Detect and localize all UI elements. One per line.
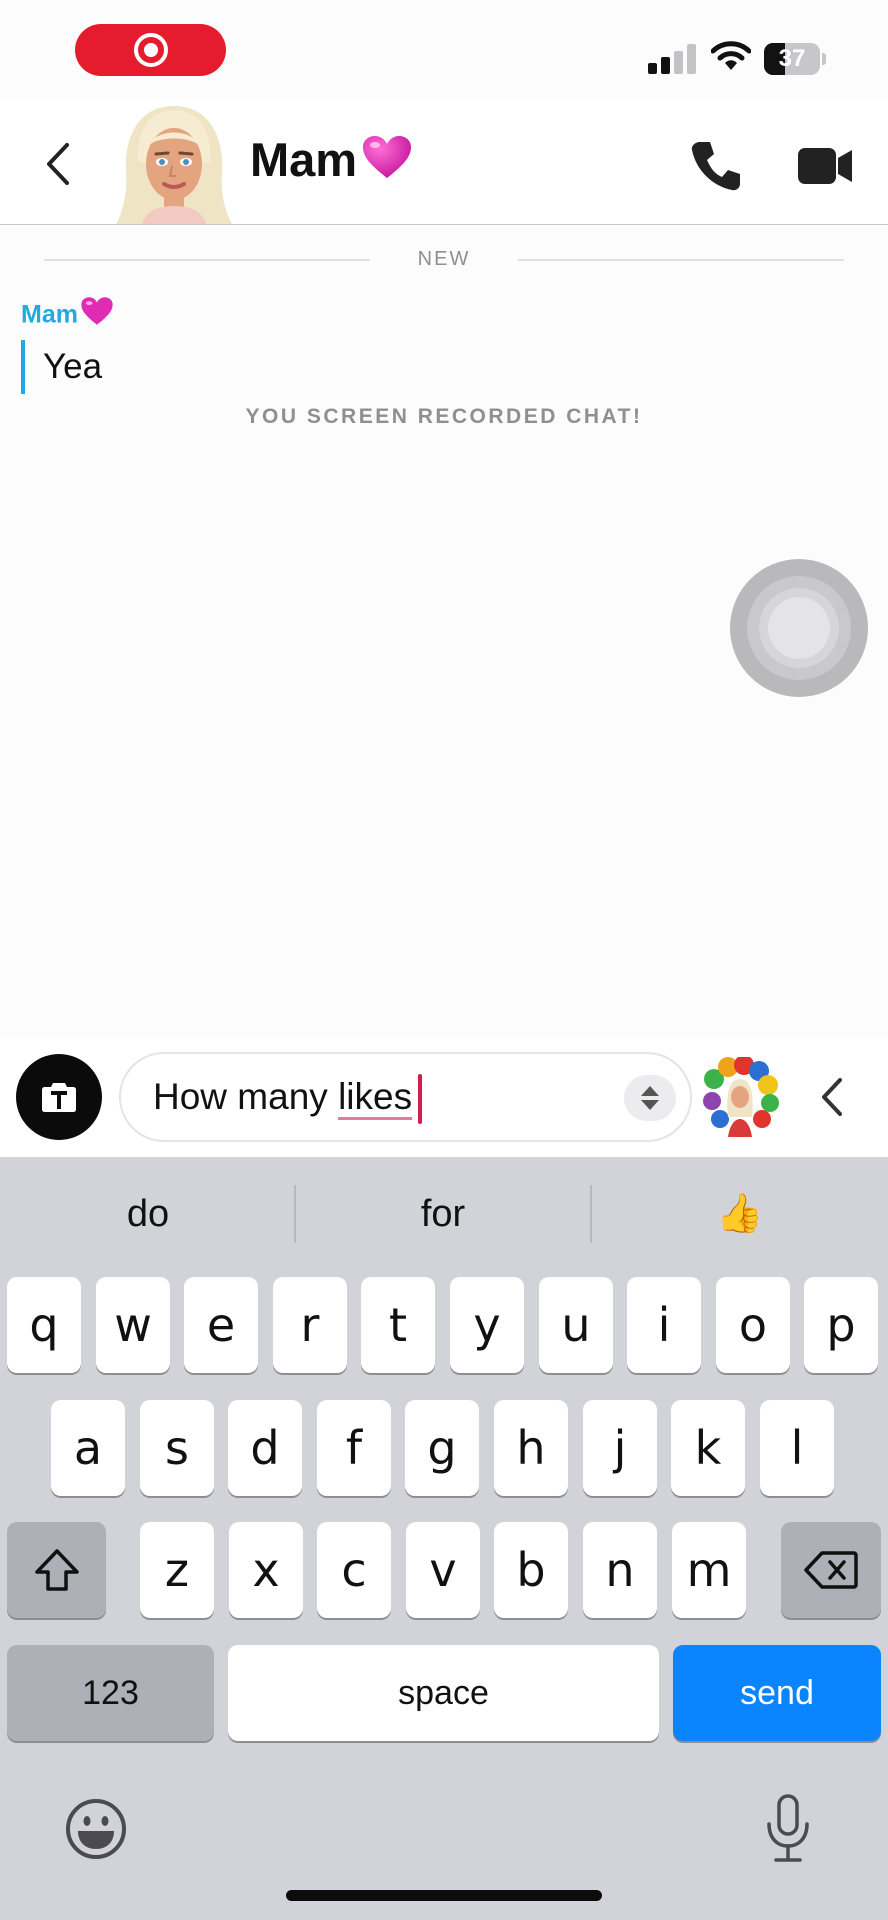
heart-emoji [361, 134, 413, 194]
bitmoji-sticker-button[interactable] [700, 1055, 780, 1137]
emoji-keyboard-button[interactable] [64, 1797, 128, 1861]
key-y[interactable]: y [450, 1277, 524, 1373]
home-indicator [286, 1890, 602, 1901]
key-o[interactable]: o [716, 1277, 790, 1373]
key-z[interactable]: z [140, 1522, 214, 1618]
camera-icon [42, 1083, 76, 1112]
shift-icon [34, 1549, 79, 1591]
key-u[interactable]: u [539, 1277, 613, 1373]
suggestion-1[interactable]: do [8, 1184, 288, 1244]
key-d[interactable]: d [228, 1400, 302, 1496]
contact-bitmoji-avatar[interactable] [116, 102, 232, 224]
key-x[interactable]: x [229, 1522, 303, 1618]
predictive-text-bar: do for 👍 [0, 1157, 888, 1273]
chevron-down-icon [641, 1100, 659, 1110]
key-e[interactable]: e [184, 1277, 258, 1373]
key-j[interactable]: j [583, 1400, 657, 1496]
key-p[interactable]: p [804, 1277, 878, 1373]
status-bar: 37 [0, 0, 888, 100]
numbers-key[interactable]: 123 [7, 1645, 214, 1741]
key-v[interactable]: v [406, 1522, 480, 1618]
chevron-left-icon [822, 1078, 842, 1116]
key-h[interactable]: h [494, 1400, 568, 1496]
battery-level: 37 [778, 45, 806, 72]
heart-emoji [80, 296, 114, 336]
shift-key[interactable] [7, 1522, 106, 1618]
key-l[interactable]: l [760, 1400, 834, 1496]
key-w[interactable]: w [96, 1277, 170, 1373]
space-key[interactable]: space [228, 1645, 659, 1741]
chevron-up-icon [641, 1086, 659, 1096]
record-icon [133, 33, 168, 67]
key-t[interactable]: t [361, 1277, 435, 1373]
screen-record-indicator[interactable] [75, 24, 226, 76]
dictation-button[interactable] [764, 1794, 812, 1864]
key-i[interactable]: i [627, 1277, 701, 1373]
chat-input-text[interactable]: How many likes [153, 1054, 423, 1140]
new-messages-divider: NEW [44, 246, 844, 272]
suggestion-thumbs-up-emoji[interactable]: 👍 [600, 1184, 880, 1244]
backspace-icon [804, 1551, 858, 1589]
key-s[interactable]: s [140, 1400, 214, 1496]
cellular-signal-icon [648, 44, 696, 74]
video-camera-icon [798, 148, 852, 184]
key-r[interactable]: r [273, 1277, 347, 1373]
screen-record-notice: YOU SCREEN RECORDED CHAT! [245, 405, 643, 428]
key-c[interactable]: c [317, 1522, 391, 1618]
autocorrect-word[interactable]: likes [338, 1076, 412, 1117]
chat-header: Mam [0, 100, 888, 225]
voice-call-button[interactable] [688, 138, 744, 194]
suggestion-2[interactable]: for [303, 1184, 583, 1244]
key-m[interactable]: m [672, 1522, 746, 1618]
expand-apps-button[interactable] [814, 1073, 850, 1121]
back-button[interactable] [36, 136, 80, 192]
video-call-button[interactable] [796, 142, 854, 190]
key-a[interactable]: a [51, 1400, 125, 1496]
key-n[interactable]: n [583, 1522, 657, 1618]
text-cursor [418, 1074, 423, 1125]
delete-key[interactable] [781, 1522, 881, 1618]
wifi-icon [711, 41, 751, 70]
key-f[interactable]: f [317, 1400, 391, 1496]
send-key[interactable]: send [673, 1645, 881, 1741]
message-sender-name: Mam [21, 296, 114, 332]
battery-indicator: 37 [764, 43, 826, 75]
microphone-icon [767, 1794, 809, 1862]
emoji-icon [66, 1799, 126, 1859]
contact-name[interactable]: Mam [250, 130, 413, 190]
camera-button[interactable] [16, 1054, 102, 1140]
message-composer: How many likes [0, 1037, 888, 1157]
snapchat-chat-screen: 37 Mam NEW Mam Yea YOU SCREEN RECORDED C… [0, 0, 888, 1920]
assistive-touch-button[interactable] [730, 559, 868, 697]
key-b[interactable]: b [494, 1522, 568, 1618]
chat-input-field[interactable]: How many likes [119, 1052, 692, 1142]
key-k[interactable]: k [671, 1400, 745, 1496]
chat-message[interactable]: Yea [21, 340, 102, 394]
phone-icon [691, 142, 740, 191]
text-size-stepper[interactable] [624, 1075, 676, 1121]
key-q[interactable]: q [7, 1277, 81, 1373]
chevron-left-icon [47, 143, 69, 185]
key-g[interactable]: g [405, 1400, 479, 1496]
